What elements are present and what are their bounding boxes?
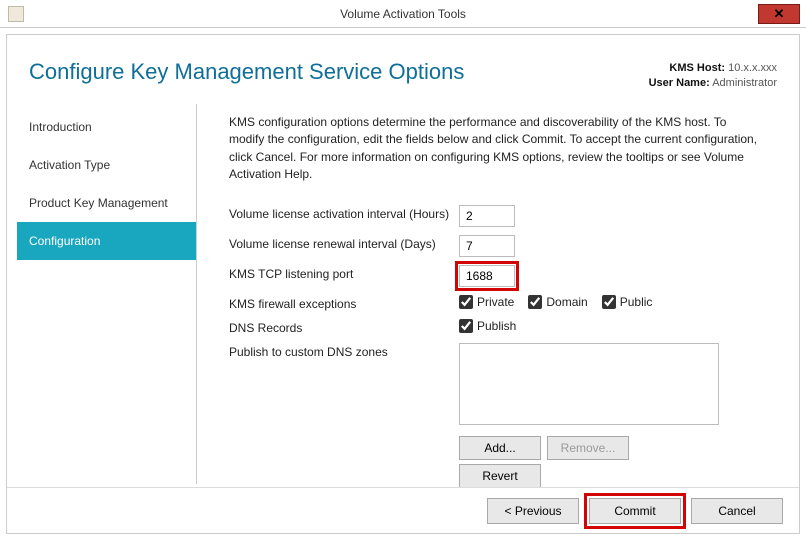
row-tcp-port: KMS TCP listening port [229,265,779,287]
intro-text: KMS configuration options determine the … [229,114,759,184]
row-activation-interval: Volume license activation interval (Hour… [229,205,779,227]
sidebar-item-configuration[interactable]: Configuration [17,222,196,260]
sidebar-item-label: Introduction [29,120,92,134]
zone-buttons-row-2: Revert [459,464,779,488]
sidebar: Introduction Activation Type Product Key… [17,104,197,484]
checkbox-label: Publish [477,319,516,333]
window-icon [8,6,24,22]
tcp-port-input[interactable] [459,265,515,287]
main-panel: KMS configuration options determine the … [197,104,799,484]
row-dns-records: DNS Records Publish [229,319,779,335]
close-button[interactable]: ✕ [758,4,800,24]
page-title: Configure Key Management Service Options [29,59,464,85]
zones-listbox[interactable] [459,343,719,425]
cancel-button[interactable]: Cancel [691,498,783,524]
firewall-domain-checkbox[interactable]: Domain [528,295,587,309]
sidebar-item-label: Product Key Management [29,196,168,210]
dns-records-label: DNS Records [229,319,459,335]
sidebar-item-product-key-management[interactable]: Product Key Management [17,184,196,222]
renewal-interval-label: Volume license renewal interval (Days) [229,235,459,251]
window-title: Volume Activation Tools [340,7,466,21]
sidebar-item-label: Configuration [29,234,100,248]
header-row: Configure Key Management Service Options… [7,35,799,104]
row-firewall: KMS firewall exceptions Private Domain P… [229,295,779,311]
user-name-value: Administrator [712,77,777,89]
kms-host-label: KMS Host: [669,62,725,74]
sidebar-item-label: Activation Type [29,158,110,172]
zones-label: Publish to custom DNS zones [229,343,459,359]
checkbox-input[interactable] [459,295,473,309]
sidebar-item-introduction[interactable]: Introduction [17,108,196,146]
sidebar-item-activation-type[interactable]: Activation Type [17,146,196,184]
zone-buttons-row: Add... Remove... [459,436,779,460]
checkbox-label: Public [620,295,653,309]
renewal-interval-input[interactable] [459,235,515,257]
body-row: Introduction Activation Type Product Key… [7,104,799,484]
row-custom-zones: Publish to custom DNS zones [229,343,779,428]
dns-publish-checkbox[interactable]: Publish [459,319,516,333]
checkbox-label: Private [477,295,514,309]
kms-host-value: 10.x.x.xxx [728,62,777,74]
row-renewal-interval: Volume license renewal interval (Days) [229,235,779,257]
checkbox-input[interactable] [459,319,473,333]
add-button[interactable]: Add... [459,436,541,460]
revert-button[interactable]: Revert [459,464,541,488]
bottom-bar: < Previous Commit Cancel [7,487,799,533]
firewall-public-checkbox[interactable]: Public [602,295,653,309]
checkbox-label: Domain [546,295,587,309]
titlebar: Volume Activation Tools ✕ [0,0,806,28]
commit-button[interactable]: Commit [589,498,681,524]
host-info: KMS Host: 10.x.x.xxx User Name: Administ… [649,59,777,92]
remove-button: Remove... [547,436,629,460]
tcp-port-label: KMS TCP listening port [229,265,459,281]
firewall-label: KMS firewall exceptions [229,295,459,311]
previous-button[interactable]: < Previous [487,498,579,524]
content-frame: Configure Key Management Service Options… [6,34,800,534]
activation-interval-input[interactable] [459,205,515,227]
user-name-label: User Name: [649,77,710,89]
close-icon: ✕ [774,6,785,22]
activation-interval-label: Volume license activation interval (Hour… [229,205,459,221]
checkbox-input[interactable] [528,295,542,309]
firewall-private-checkbox[interactable]: Private [459,295,514,309]
checkbox-input[interactable] [602,295,616,309]
